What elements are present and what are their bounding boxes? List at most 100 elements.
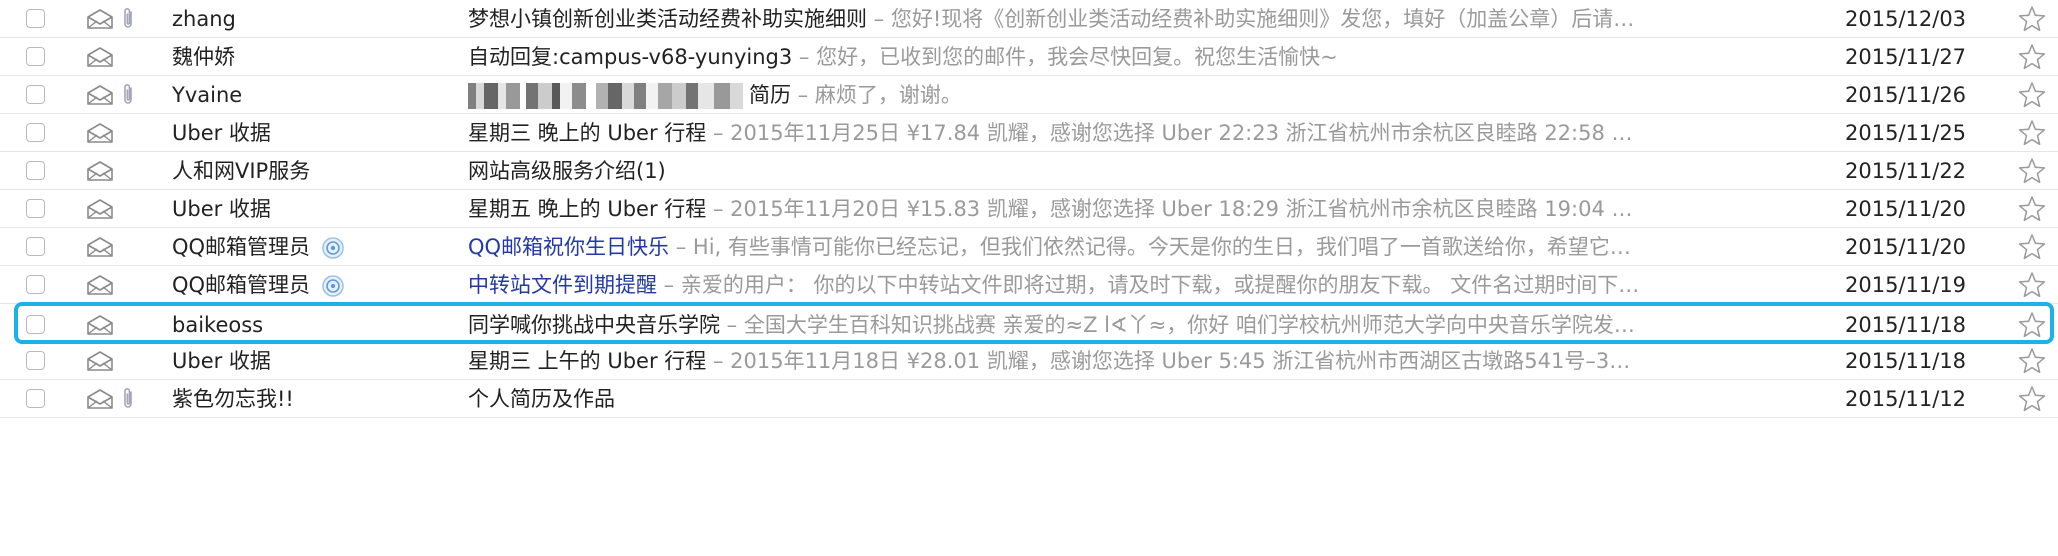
star-icon[interactable]	[2018, 271, 2046, 299]
email-subject[interactable]: 中转站文件到期提醒	[468, 273, 657, 297]
sender-label: Uber 收据	[172, 197, 271, 221]
star-icon[interactable]	[2018, 5, 2046, 33]
star-icon[interactable]	[2018, 233, 2046, 261]
email-date: 2015/11/18	[1845, 349, 1967, 373]
email-row[interactable]: Uber 收据 星期三 晚上的 Uber 行程 – 2015年11月25日 ¥1…	[0, 114, 2058, 152]
email-subject[interactable]: 网站高级服务介绍(1)	[468, 159, 666, 183]
email-row[interactable]: Uber 收据 星期三 上午的 Uber 行程 – 2015年11月18日 ¥2…	[0, 342, 2058, 380]
email-subject[interactable]: 自动回复:campus-v68-yunying3	[468, 45, 792, 69]
envelope-open-icon	[87, 237, 113, 257]
checkbox-icon[interactable]	[26, 161, 45, 180]
email-row[interactable]: QQ邮箱管理员 中转站文件到期提醒 – 亲爱的用户： 你的以下中转站文件即将过期…	[0, 266, 2058, 304]
email-row[interactable]: Yvaine 简历 – 麻烦了，谢谢。 2015/11/26	[0, 76, 2058, 114]
sender-name: 魏仲娇	[172, 38, 235, 76]
subject-line[interactable]: 个人简历及作品	[468, 380, 1808, 418]
star-icon[interactable]	[2018, 195, 2046, 223]
email-row[interactable]: QQ邮箱管理员 QQ邮箱祝你生日快乐 – Hi, 有些事情可能你已经忘记，但我们…	[0, 228, 2058, 266]
email-subject[interactable]: 星期三 上午的 Uber 行程	[468, 349, 706, 373]
checkbox-icon[interactable]	[26, 237, 45, 256]
checkbox-icon[interactable]	[26, 9, 45, 28]
envelope-open-icon	[87, 275, 113, 295]
envelope-open-icon	[87, 199, 113, 219]
subject-line[interactable]: 星期五 晚上的 Uber 行程 – 2015年11月20日 ¥15.83 凯耀，…	[468, 190, 1808, 228]
email-row[interactable]: zhang 梦想小镇创新创业类活动经费补助实施细则 – 您好!现将《创新创业类活…	[0, 0, 2058, 38]
envelope-open-icon	[87, 161, 113, 181]
envelope-open-icon	[87, 9, 113, 29]
email-preview: – 2015年11月25日 ¥17.84 凯耀，感谢您选择 Uber 22:23…	[706, 121, 1633, 145]
star-icon[interactable]	[2018, 347, 2046, 375]
sender-name: QQ邮箱管理员	[172, 266, 345, 304]
email-subject[interactable]: 梦想小镇创新创业类活动经费补助实施细则	[468, 7, 867, 31]
email-subject[interactable]: 个人简历及作品	[468, 387, 615, 411]
email-subject[interactable]: 同学喊你挑战中央音乐学院	[468, 313, 720, 337]
checkbox-icon[interactable]	[26, 85, 45, 104]
email-preview: – 您好!现将《创新创业类活动经费补助实施细则》发您，填好（加盖公章）后请…	[867, 7, 1635, 31]
sender-name: Uber 收据	[172, 342, 271, 380]
star-icon[interactable]	[2018, 311, 2046, 339]
email-row[interactable]: 紫色勿忘我!! 个人简历及作品 2015/11/12	[0, 380, 2058, 418]
email-date: 2015/11/25	[1845, 121, 1967, 145]
checkbox-icon[interactable]	[26, 123, 45, 142]
star-icon[interactable]	[2018, 43, 2046, 71]
subject-line[interactable]: 同学喊你挑战中央音乐学院 – 全国大学生百科知识挑战赛 亲爱的≈Z l∢丫≈，你…	[468, 306, 1808, 344]
email-subject[interactable]: 星期五 晚上的 Uber 行程	[468, 197, 706, 221]
checkbox-icon[interactable]	[26, 389, 45, 408]
email-date: 2015/11/20	[1845, 197, 1967, 221]
checkbox-icon[interactable]	[26, 47, 45, 66]
email-date: 2015/11/12	[1845, 387, 1967, 411]
email-date: 2015/11/20	[1845, 235, 1967, 259]
email-date: 2015/11/22	[1845, 159, 1967, 183]
subject-line[interactable]: 梦想小镇创新创业类活动经费补助实施细则 – 您好!现将《创新创业类活动经费补助实…	[468, 0, 1808, 38]
email-date: 2015/12/03	[1845, 7, 1967, 31]
star-icon[interactable]	[2018, 81, 2046, 109]
email-list: zhang 梦想小镇创新创业类活动经费补助实施细则 – 您好!现将《创新创业类活…	[0, 0, 2058, 556]
subject-line[interactable]: 自动回复:campus-v68-yunying3 – 您好，已收到您的邮件，我会…	[468, 38, 1808, 76]
subject-line[interactable]: 网站高级服务介绍(1)	[468, 152, 1808, 190]
checkbox-icon[interactable]	[26, 199, 45, 218]
email-preview: – 2015年11月20日 ¥15.83 凯耀，感谢您选择 Uber 18:29…	[706, 197, 1633, 221]
email-preview: – Hi, 有些事情可能你已经忘记，但我们依然记得。今天是你的生日，我们唱了一首…	[669, 235, 1631, 259]
paperclip-icon	[124, 84, 132, 104]
sender-name: zhang	[172, 0, 236, 38]
email-preview: – 麻烦了，谢谢。	[791, 83, 962, 107]
sender-label: 紫色勿忘我!!	[172, 387, 294, 411]
subject-line[interactable]: 星期三 上午的 Uber 行程 – 2015年11月18日 ¥28.01 凯耀，…	[468, 342, 1808, 380]
sender-label: 魏仲娇	[172, 45, 235, 69]
email-row[interactable]: Uber 收据 星期五 晚上的 Uber 行程 – 2015年11月20日 ¥1…	[0, 190, 2058, 228]
paperclip-icon	[124, 388, 132, 408]
email-preview: – 2015年11月18日 ¥28.01 凯耀，感谢您选择 Uber 5:45 …	[706, 349, 1631, 373]
email-row[interactable]: 人和网VIP服务 网站高级服务介绍(1) 2015/11/22	[0, 152, 2058, 190]
sender-name: Uber 收据	[172, 114, 271, 152]
sender-label: zhang	[172, 7, 236, 31]
envelope-open-icon	[87, 85, 113, 105]
subject-line[interactable]: 简历 – 麻烦了，谢谢。	[468, 76, 1808, 114]
subject-line[interactable]: 中转站文件到期提醒 – 亲爱的用户： 你的以下中转站文件即将过期，请及时下载，或…	[468, 266, 1808, 304]
envelope-open-icon	[87, 315, 113, 335]
sender-label: Uber 收据	[172, 349, 271, 373]
star-icon[interactable]	[2018, 385, 2046, 413]
qq-admin-badge-icon	[322, 237, 344, 259]
email-subject[interactable]: 星期三 晚上的 Uber 行程	[468, 121, 706, 145]
email-row[interactable]: 魏仲娇 自动回复:campus-v68-yunying3 – 您好，已收到您的邮…	[0, 38, 2058, 76]
email-row[interactable]: baikeoss 同学喊你挑战中央音乐学院 – 全国大学生百科知识挑战赛 亲爱的…	[14, 302, 2054, 344]
email-subject[interactable]: QQ邮箱祝你生日快乐	[468, 235, 669, 259]
sender-label: 人和网VIP服务	[172, 159, 311, 183]
checkbox-icon[interactable]	[26, 315, 45, 334]
sender-name: Uber 收据	[172, 190, 271, 228]
sender-label: Yvaine	[172, 83, 243, 107]
email-subject[interactable]: 简历	[749, 83, 791, 107]
subject-line[interactable]: QQ邮箱祝你生日快乐 – Hi, 有些事情可能你已经忘记，但我们依然记得。今天是…	[468, 228, 1808, 266]
qq-admin-badge-icon	[322, 275, 344, 297]
sender-name: Yvaine	[172, 76, 242, 114]
checkbox-icon[interactable]	[26, 351, 45, 370]
envelope-open-icon	[87, 123, 113, 143]
sender-label: Uber 收据	[172, 121, 271, 145]
checkbox-icon[interactable]	[26, 275, 45, 294]
star-icon[interactable]	[2018, 119, 2046, 147]
sender-name: 人和网VIP服务	[172, 152, 310, 190]
paperclip-icon	[124, 8, 132, 28]
star-icon[interactable]	[2018, 157, 2046, 185]
subject-line[interactable]: 星期三 晚上的 Uber 行程 – 2015年11月25日 ¥17.84 凯耀，…	[468, 114, 1808, 152]
email-date: 2015/11/19	[1845, 273, 1967, 297]
envelope-open-icon	[87, 389, 113, 409]
